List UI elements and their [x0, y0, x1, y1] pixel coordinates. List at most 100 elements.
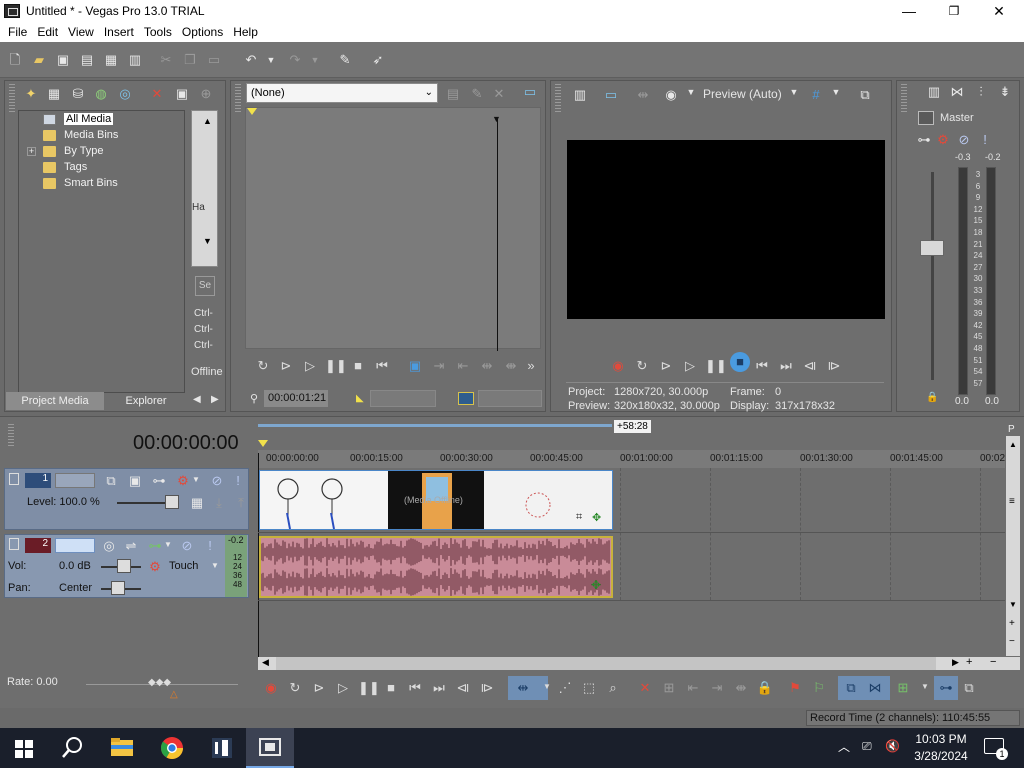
- track-list-icon[interactable]: P: [1008, 424, 1015, 435]
- split-icon[interactable]: ⇼: [732, 680, 750, 696]
- menu-options[interactable]: Options: [177, 25, 228, 39]
- notepad-taskbar[interactable]: [198, 728, 246, 768]
- auto-crossfade-icon[interactable]: ⋈: [866, 680, 884, 696]
- insert-icon[interactable]: ⇤: [454, 358, 472, 374]
- automation-dropdown-icon[interactable]: ▼: [210, 561, 220, 570]
- search-media-icon[interactable]: ◎: [116, 86, 134, 102]
- trim-selection-icon[interactable]: ▣: [406, 358, 424, 374]
- hscroll-thumb[interactable]: [276, 657, 936, 670]
- go-to-start-icon[interactable]: ⏮: [753, 358, 771, 374]
- render-icon[interactable]: ▦: [102, 51, 120, 69]
- clear-trimmer-icon[interactable]: ✕: [490, 86, 508, 102]
- audio-routing-icon[interactable]: ⊶: [147, 538, 163, 554]
- paste-icon[interactable]: ▭: [205, 51, 223, 69]
- tree-item-tags[interactable]: Tags: [43, 159, 87, 175]
- pause-icon[interactable]: ❚❚: [325, 358, 347, 374]
- menu-insert[interactable]: Insert: [99, 25, 139, 39]
- preview-quality-dropdown[interactable]: Preview (Auto): [703, 87, 782, 101]
- lock-envelopes-icon[interactable]: ⊶: [937, 680, 955, 696]
- go-to-end-icon[interactable]: ⏭: [430, 680, 448, 696]
- master-routing-icon[interactable]: ⊶: [915, 132, 933, 148]
- enable-snapping-icon[interactable]: ⧉: [842, 680, 860, 696]
- help-pointer-icon[interactable]: ➶: [369, 51, 387, 69]
- redo-dropdown-icon[interactable]: ▼: [306, 51, 324, 69]
- split-icon[interactable]: ⇼: [502, 358, 520, 374]
- tab-project-media[interactable]: Project Media: [6, 392, 104, 410]
- copy-snapshot-icon[interactable]: ⧉: [856, 87, 874, 103]
- menu-file[interactable]: File: [3, 25, 32, 39]
- redo-icon[interactable]: ↷: [286, 51, 304, 69]
- search-button[interactable]: [48, 728, 96, 768]
- master-fader[interactable]: [920, 240, 944, 256]
- overlays-icon[interactable]: #: [807, 87, 825, 102]
- audio-track-name-field[interactable]: [55, 538, 95, 553]
- previous-frame-icon[interactable]: ⧏: [454, 680, 472, 696]
- scroll-right-icon[interactable]: ▶: [952, 657, 959, 668]
- timeline-ruler[interactable]: 00:00:00:00 00:00:15:00 00:00:30:00 00:0…: [258, 450, 1005, 468]
- previous-frame-icon[interactable]: ⧏: [801, 358, 819, 374]
- file-explorer-taskbar[interactable]: [98, 728, 146, 768]
- loop-icon[interactable]: ↻: [254, 358, 272, 374]
- scroll-up-icon[interactable]: ▲: [203, 116, 212, 126]
- downmix-icon[interactable]: ⇟: [996, 84, 1014, 100]
- audio-clip[interactable]: ✥: [259, 536, 613, 598]
- preview-quality-chevron-icon[interactable]: ▼: [787, 87, 801, 97]
- menu-tools[interactable]: Tools: [139, 25, 177, 39]
- tab-scroll-left-icon[interactable]: ◀: [193, 394, 201, 405]
- fit-icon[interactable]: ⇹: [478, 358, 496, 374]
- taskbar-clock[interactable]: 10:03 PM: [913, 732, 969, 746]
- lock-event-icon[interactable]: 🔒: [756, 680, 774, 696]
- invert-phase-icon[interactable]: ⇌: [123, 538, 139, 554]
- import-media-icon[interactable]: ✦: [22, 86, 40, 102]
- save-icon[interactable]: ▣: [54, 51, 72, 69]
- tree-item-smart-bins[interactable]: Smart Bins: [43, 175, 118, 191]
- open-folder-icon[interactable]: ▰: [30, 51, 48, 69]
- panel-grip[interactable]: [555, 84, 561, 112]
- menu-view[interactable]: View: [63, 25, 99, 39]
- undo-icon[interactable]: ↶: [242, 51, 260, 69]
- undo-dropdown-icon[interactable]: ▼: [262, 51, 280, 69]
- more-options-icon[interactable]: »: [522, 358, 540, 373]
- maximize-button[interactable]: ❐: [931, 0, 977, 22]
- stop-icon[interactable]: ■: [730, 352, 750, 372]
- properties-icon[interactable]: ▥: [126, 51, 144, 69]
- capture-video-icon[interactable]: ▦: [45, 86, 63, 102]
- master-fx-icon[interactable]: ⋈: [948, 84, 966, 100]
- clear-pin-icon[interactable]: ✎: [468, 86, 486, 102]
- volume-muted-icon[interactable]: 🔇: [885, 739, 900, 753]
- panel-grip[interactable]: [901, 84, 907, 112]
- automation-up-icon[interactable]: ⤒: [233, 495, 249, 511]
- close-button[interactable]: ✕: [976, 0, 1022, 22]
- go-to-start-icon[interactable]: ⏮: [373, 358, 391, 374]
- mixer-icon[interactable]: ⫶: [972, 84, 990, 100]
- in-point-icon[interactable]: ◣: [356, 393, 364, 404]
- event-fx-icon[interactable]: ✥: [592, 511, 601, 524]
- track-fx-icon[interactable]: ⚙: [175, 473, 191, 489]
- play-icon[interactable]: ▷: [301, 358, 319, 374]
- parent-motion-icon[interactable]: ▣: [127, 473, 143, 489]
- video-track-header[interactable]: 1 ⧉ ▣ ⊶ ⚙ ▼ ⊘ ! Level: 100.0 % ▦ ⤓ ⤒: [4, 468, 249, 530]
- expand-by-type-icon[interactable]: +: [27, 147, 36, 156]
- ripple-dropdown-icon[interactable]: ▼: [916, 682, 934, 691]
- network-icon[interactable]: ⎚: [862, 739, 872, 754]
- ignore-grouping-icon[interactable]: ⧉: [960, 680, 978, 696]
- get-media-icon[interactable]: ⛁: [69, 86, 87, 102]
- play-icon[interactable]: ▷: [334, 680, 352, 696]
- zoom-out-horizontal-icon[interactable]: −: [990, 656, 996, 668]
- scroll-left-icon[interactable]: ◀: [262, 657, 269, 668]
- video-track-name-field[interactable]: [55, 473, 95, 488]
- loop-region-bar[interactable]: [258, 424, 612, 427]
- insert-region-icon[interactable]: ⚐: [810, 680, 828, 696]
- envelope-tool-icon[interactable]: ⋰: [556, 680, 574, 696]
- scroll-thumb-icon[interactable]: ≡: [1009, 496, 1015, 507]
- play-from-start-icon[interactable]: ⊳: [277, 358, 295, 374]
- compositing-mode-icon[interactable]: ⧉: [103, 473, 119, 489]
- trim-start-icon[interactable]: ⇤: [684, 680, 702, 696]
- scroll-up-icon[interactable]: ▲: [1009, 440, 1017, 449]
- selection-tool-icon[interactable]: ⬚: [580, 680, 598, 696]
- master-fx-gear-icon[interactable]: ⚙: [934, 132, 952, 148]
- play-from-start-icon[interactable]: ⊳: [657, 358, 675, 374]
- stop-icon[interactable]: ■: [349, 358, 367, 373]
- length-field[interactable]: [478, 390, 542, 407]
- play-from-start-icon[interactable]: ⊳: [310, 680, 328, 696]
